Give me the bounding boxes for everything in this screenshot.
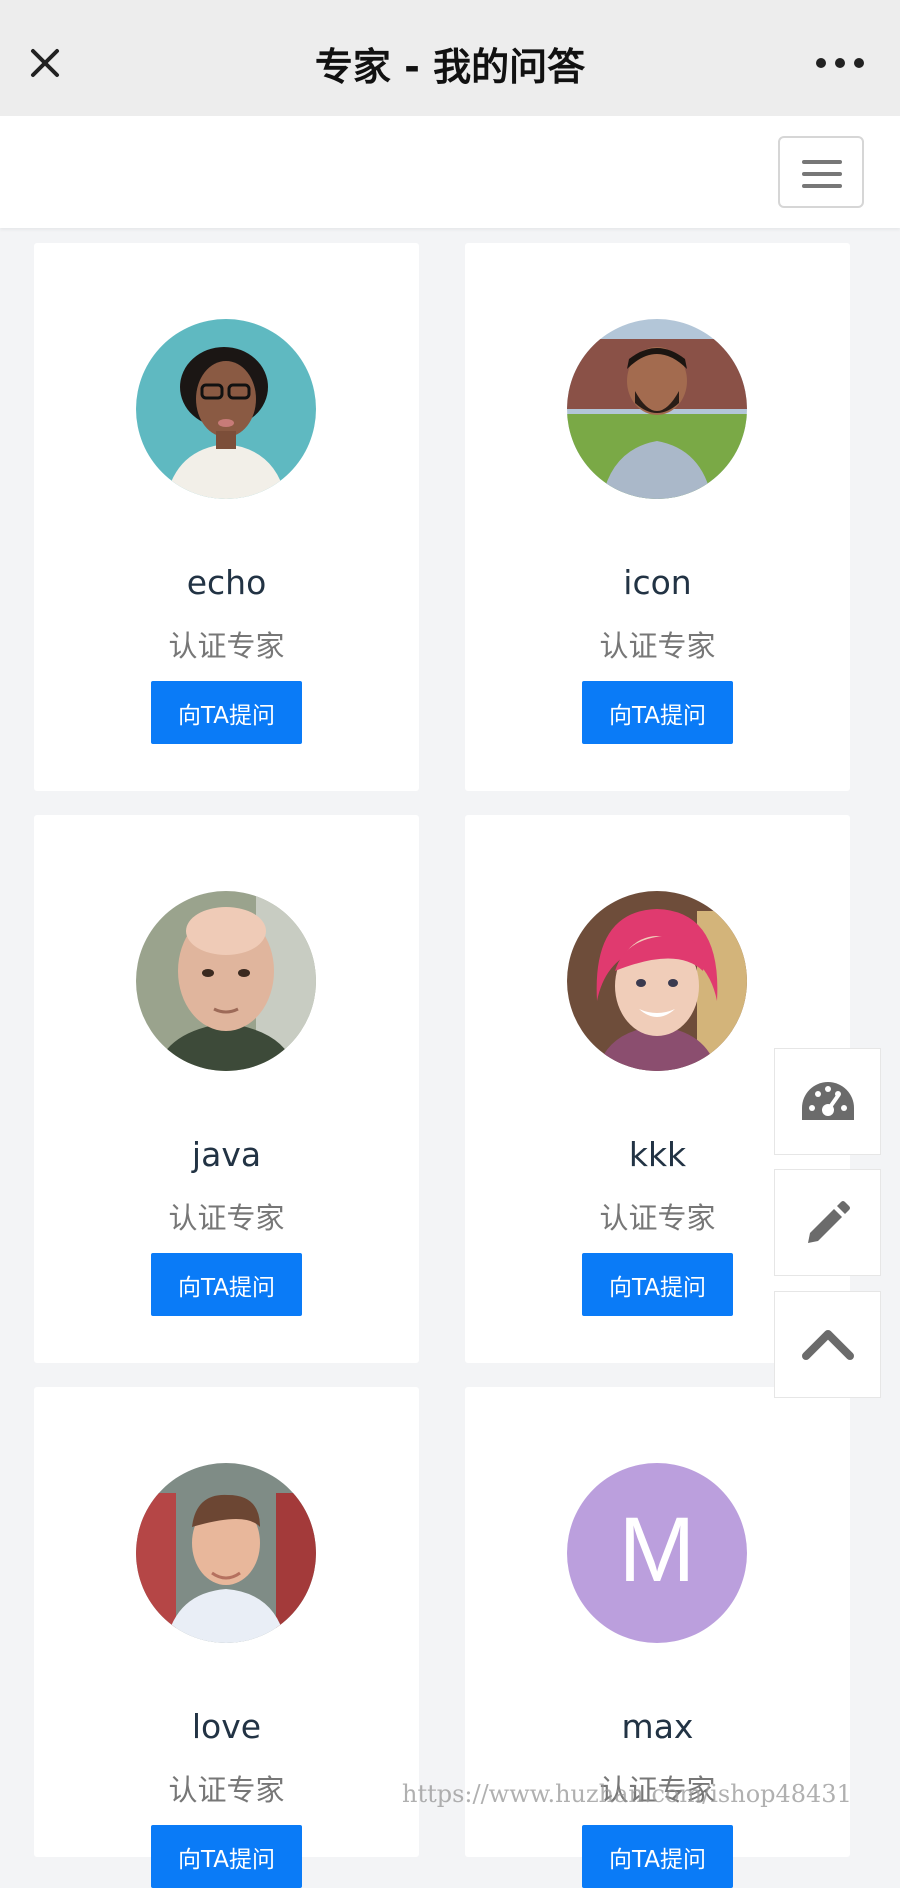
dashboard-button[interactable] bbox=[774, 1048, 881, 1155]
expert-card: java 认证专家 向TA提问 bbox=[34, 815, 419, 1363]
avatar-letter: M bbox=[619, 1499, 696, 1601]
dashboard-icon bbox=[801, 1081, 854, 1120]
back-to-top-button[interactable] bbox=[774, 1291, 881, 1398]
chevron-up-icon bbox=[801, 1329, 854, 1360]
expert-role: 认证专家 bbox=[168, 1773, 285, 1807]
expert-role: 认证专家 bbox=[599, 629, 716, 663]
watermark: https://www.huzhan.com/ishop48431 bbox=[402, 1780, 852, 1808]
ask-expert-button[interactable]: 向TA提问 bbox=[151, 1825, 302, 1888]
edit-button[interactable] bbox=[774, 1169, 881, 1276]
avatar[interactable] bbox=[136, 891, 316, 1071]
expert-role: 认证专家 bbox=[168, 1201, 285, 1235]
pencil-icon bbox=[807, 1200, 850, 1243]
ask-expert-button[interactable]: 向TA提问 bbox=[151, 681, 302, 744]
expert-name[interactable]: max bbox=[465, 1707, 850, 1746]
expert-card: icon 认证专家 向TA提问 bbox=[465, 243, 850, 791]
avatar[interactable] bbox=[136, 319, 316, 499]
ask-expert-button[interactable]: 向TA提问 bbox=[582, 681, 733, 744]
avatar[interactable] bbox=[567, 319, 747, 499]
avatar[interactable] bbox=[567, 891, 747, 1071]
hamburger-menu-icon[interactable] bbox=[778, 136, 864, 208]
expert-card: echo 认证专家 向TA提问 bbox=[34, 243, 419, 791]
ask-expert-button[interactable]: 向TA提问 bbox=[582, 1825, 733, 1888]
top-bar: 专家 - 我的问答 bbox=[0, 0, 900, 116]
expert-role: 认证专家 bbox=[168, 629, 285, 663]
avatar[interactable]: M bbox=[567, 1463, 747, 1643]
expert-name[interactable]: java bbox=[34, 1135, 419, 1174]
site-navbar bbox=[0, 116, 900, 228]
ask-expert-button[interactable]: 向TA提问 bbox=[582, 1253, 733, 1316]
more-dots-icon[interactable] bbox=[816, 58, 864, 68]
expert-name[interactable]: echo bbox=[34, 563, 419, 602]
ask-expert-button[interactable]: 向TA提问 bbox=[151, 1253, 302, 1316]
expert-name[interactable]: love bbox=[34, 1707, 419, 1746]
page-title: 专家 - 我的问答 bbox=[314, 45, 586, 89]
expert-card: love 认证专家 向TA提问 bbox=[34, 1387, 419, 1888]
avatar[interactable] bbox=[136, 1463, 316, 1643]
expert-name[interactable]: icon bbox=[465, 563, 850, 602]
